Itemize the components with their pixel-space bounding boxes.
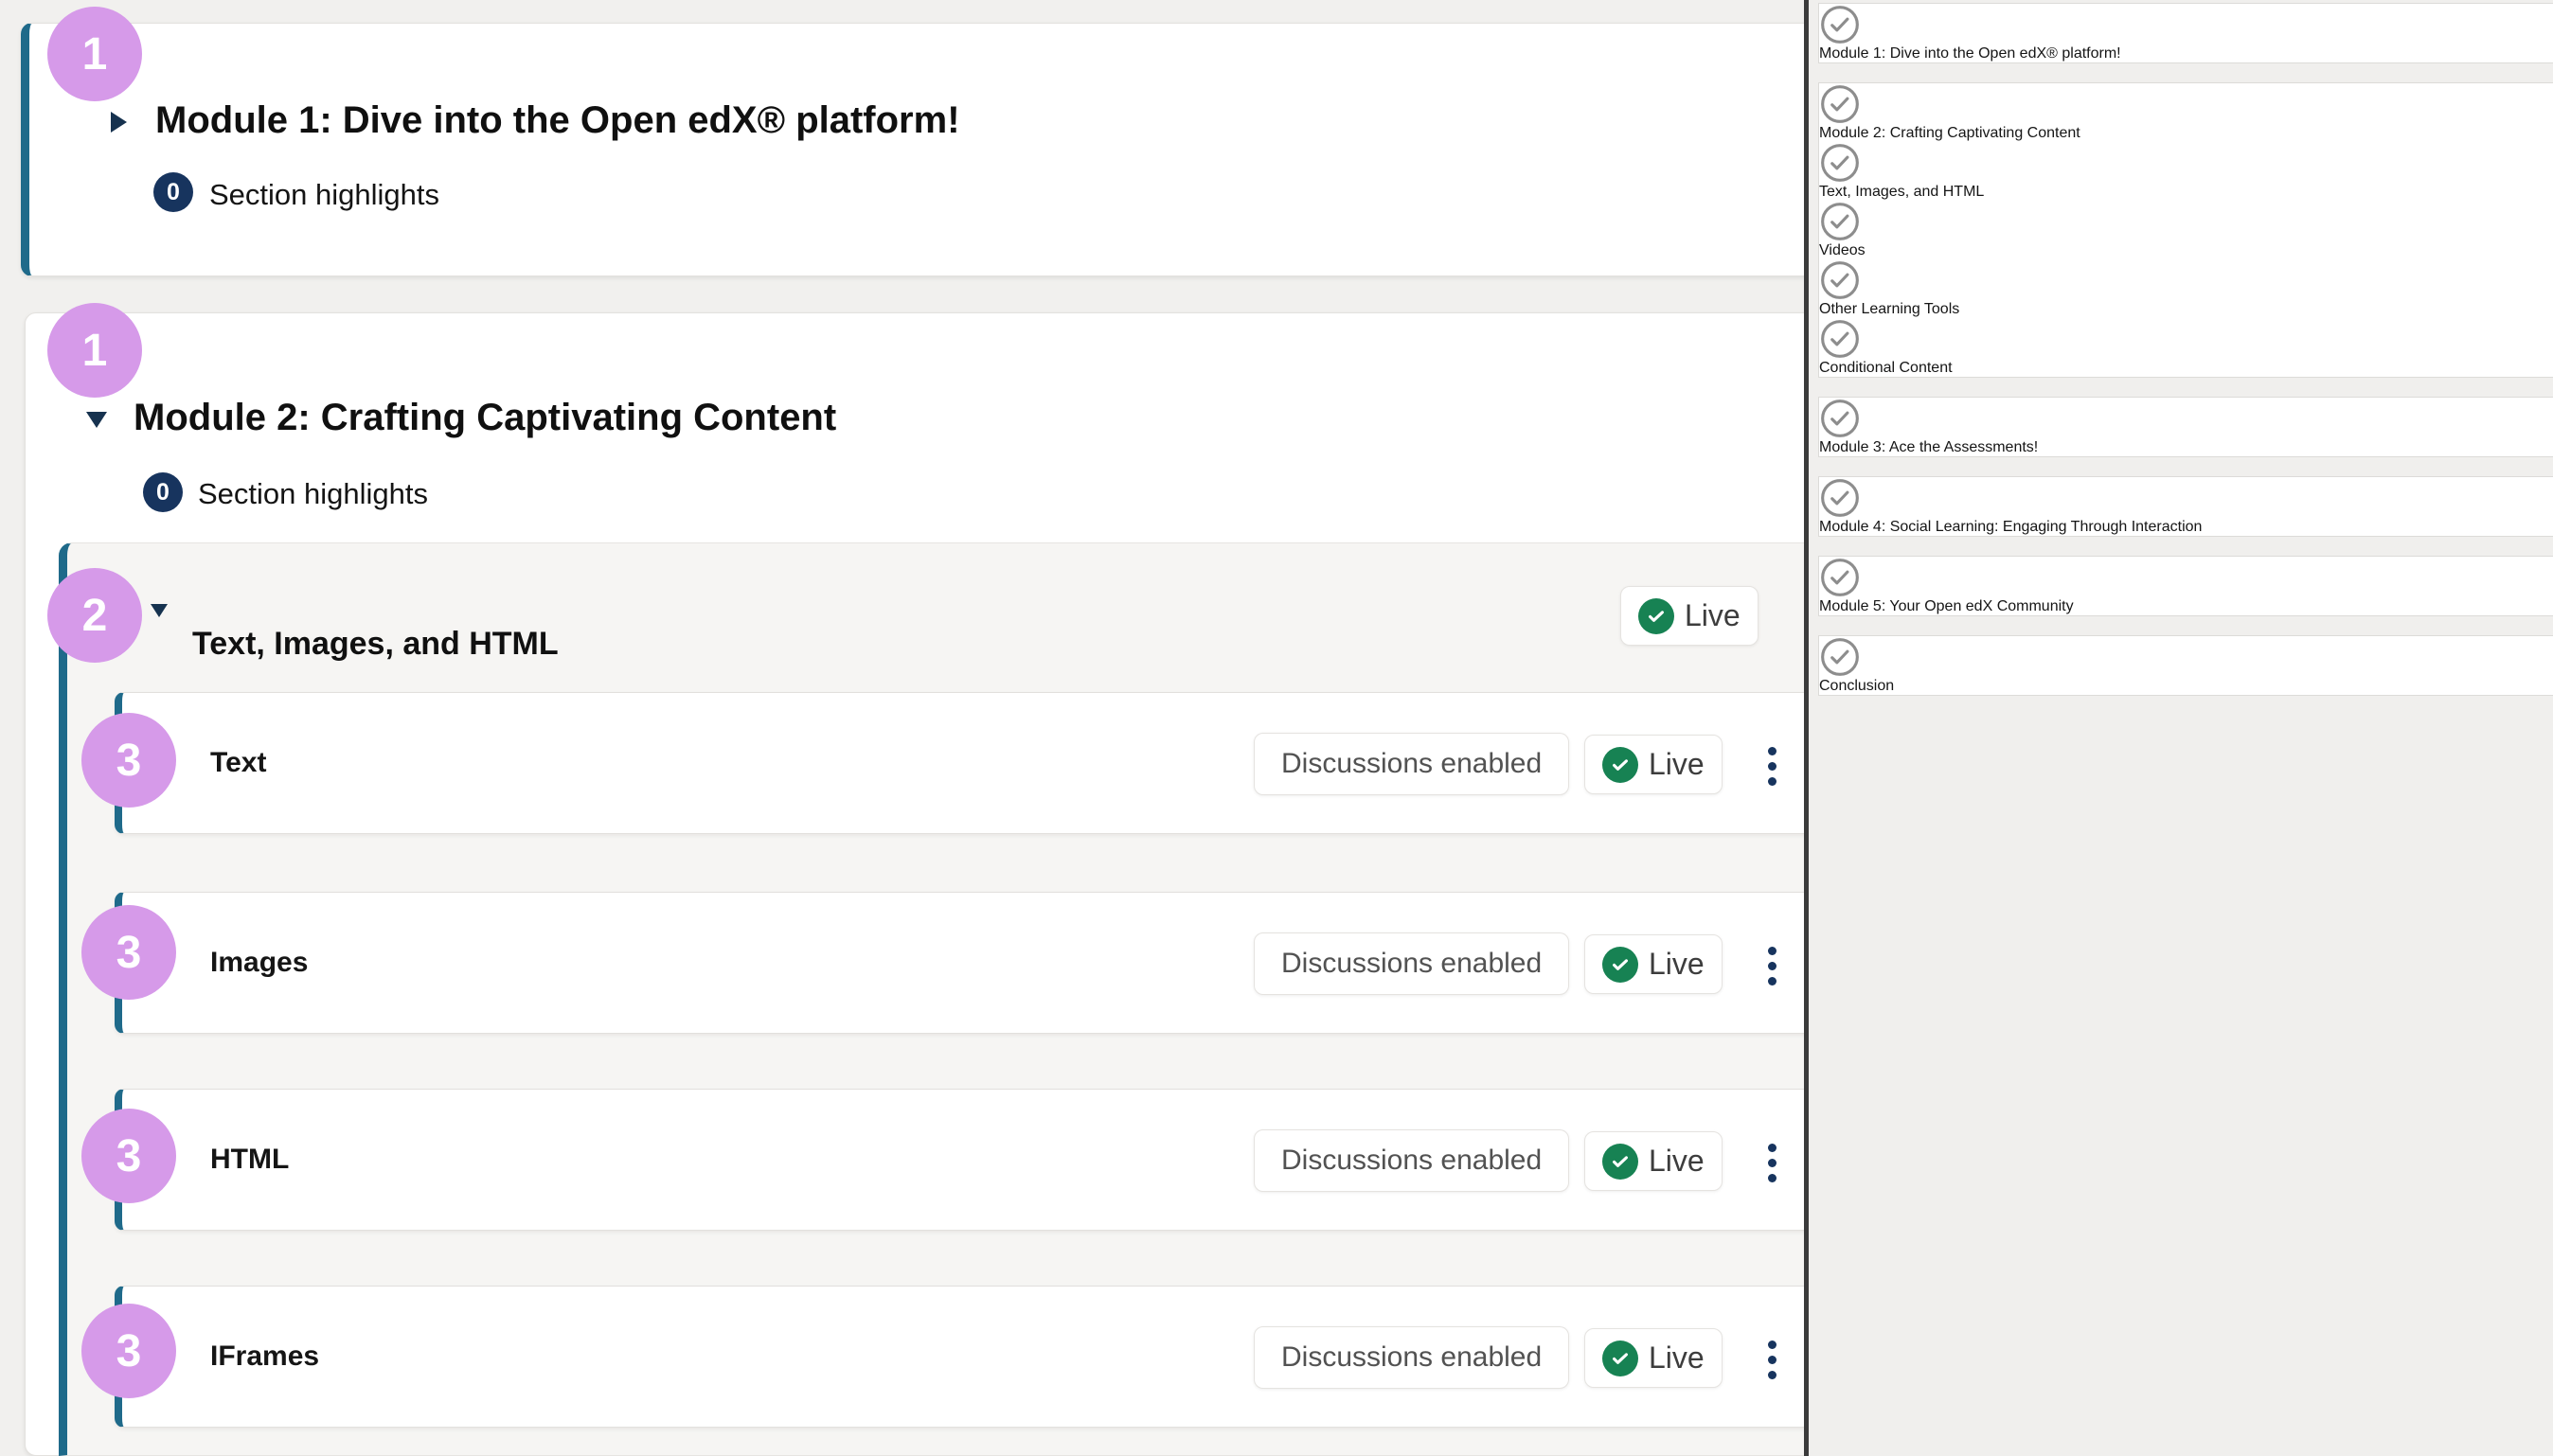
sidebar-item-label: Videos <box>1819 242 2553 259</box>
unit-status-badge: Live <box>1584 934 1723 994</box>
course-navigation-sidebar: Module 1: Dive into the Open edX® platfo… <box>1804 0 2553 1456</box>
sidebar-row-list: Module 4: Social Learning: Engaging Thro… <box>1819 477 2553 536</box>
check-circle-icon <box>1819 259 1861 301</box>
expand-section-caret-icon[interactable] <box>111 112 127 133</box>
unit-status-badge: Live <box>1584 735 1723 794</box>
check-circle-filled-icon <box>1602 947 1638 983</box>
sidebar-card: Module 1: Dive into the Open edX® platfo… <box>1818 3 2553 63</box>
check-circle-filled-icon <box>1638 598 1674 634</box>
sidebar-item-label: Text, Images, and HTML <box>1819 184 2553 201</box>
som-badge-4: 3 <box>81 713 176 808</box>
kebab-menu-icon[interactable] <box>1768 947 1776 985</box>
discussions-enabled-badge: Discussions enabled <box>1254 932 1569 995</box>
sidebar-card: Module 4: Social Learning: Engaging Thro… <box>1818 476 2553 537</box>
kebab-menu-icon[interactable] <box>1768 1144 1776 1182</box>
sidebar-nav-row[interactable]: Conclusion <box>1819 636 2553 695</box>
course-outline-page: Module 1: Dive into the Open edX® platfo… <box>0 0 2553 1456</box>
som-badge-2: 1 <box>47 303 142 398</box>
sidebar-row-list: Module 1: Dive into the Open edX® platfo… <box>1819 4 2553 62</box>
check-circle-icon <box>1819 477 1861 519</box>
sidebar-card: Conclusion <box>1818 635 2553 696</box>
kebab-menu-icon[interactable] <box>1768 747 1776 786</box>
sidebar-nav-row[interactable]: Videos <box>1819 201 2553 259</box>
som-badge-6: 3 <box>81 1109 176 1203</box>
discussions-enabled-badge: Discussions enabled <box>1254 1129 1569 1192</box>
sidebar-nav-row[interactable]: Text, Images, and HTML <box>1819 142 2553 201</box>
check-circle-icon <box>1819 4 1861 45</box>
sidebar-card: Module 2: Crafting Captivating Content T… <box>1818 82 2553 378</box>
som-badge-1: 1 <box>47 7 142 101</box>
sidebar-item-label: Module 5: Your Open edX Community <box>1819 598 2553 615</box>
sidebar-row-list: Module 2: Crafting Captivating Content T… <box>1819 83 2553 377</box>
check-circle-icon <box>1819 142 1861 184</box>
status-label: Live <box>1649 947 1705 982</box>
subsection-status-badge: Live <box>1620 586 1759 646</box>
unit-card[interactable]: HTML Discussions enabled Live <box>115 1089 1809 1231</box>
highlights-label[interactable]: Section highlights <box>198 477 428 511</box>
sidebar-item-label: Module 2: Crafting Captivating Content <box>1819 125 2553 142</box>
unit-status-badge: Live <box>1584 1328 1723 1388</box>
unit-card[interactable]: IFrames Discussions enabled Live <box>115 1286 1809 1428</box>
sidebar-nav-row[interactable]: Module 3: Ace the Assessments! <box>1819 398 2553 456</box>
unit-title: Images <box>210 947 308 979</box>
check-circle-icon <box>1819 201 1861 242</box>
sidebar-item-label: Module 3: Ace the Assessments! <box>1819 439 2553 456</box>
check-circle-icon <box>1819 318 1861 360</box>
sidebar-nav-row[interactable]: Module 1: Dive into the Open edX® platfo… <box>1819 4 2553 62</box>
sidebar-nav-row[interactable]: Module 2: Crafting Captivating Content <box>1819 83 2553 142</box>
kebab-menu-icon[interactable] <box>1768 1341 1776 1379</box>
sidebar-item-label: Module 4: Social Learning: Engaging Thro… <box>1819 519 2553 536</box>
sidebar-nav-row[interactable]: Other Learning Tools <box>1819 259 2553 318</box>
sidebar-item-label: Other Learning Tools <box>1819 301 2553 318</box>
sidebar-nav-row[interactable]: Conditional Content <box>1819 318 2553 377</box>
som-badge-5: 3 <box>81 905 176 1000</box>
sidebar-row-list: Module 5: Your Open edX Community <box>1819 557 2553 615</box>
sidebar-item-label: Conditional Content <box>1819 360 2553 377</box>
status-label: Live <box>1685 598 1741 633</box>
sidebar-card: Module 3: Ace the Assessments! <box>1818 397 2553 457</box>
section-card-module-1: Module 1: Dive into the Open edX® platfo… <box>21 23 1809 276</box>
section-title: Module 2: Crafting Captivating Content <box>134 397 836 439</box>
unit-card[interactable]: Text Discussions enabled Live <box>115 692 1809 834</box>
subsection-title: Text, Images, and HTML <box>192 626 559 663</box>
section-title: Module 1: Dive into the Open edX® platfo… <box>155 99 960 142</box>
sidebar-nav-row[interactable]: Module 4: Social Learning: Engaging Thro… <box>1819 477 2553 536</box>
collapse-section-caret-icon[interactable] <box>86 412 107 428</box>
status-label: Live <box>1649 747 1705 782</box>
check-circle-icon <box>1819 398 1861 439</box>
som-badge-7: 3 <box>81 1304 176 1398</box>
check-circle-filled-icon <box>1602 747 1638 783</box>
subsection-panel: Text, Images, and HTML Live Text Discuss… <box>59 542 1809 1456</box>
highlights-count-badge: 0 <box>153 172 193 212</box>
unit-status-badge: Live <box>1584 1131 1723 1191</box>
status-label: Live <box>1649 1341 1705 1376</box>
unit-title: IFrames <box>210 1341 319 1373</box>
sidebar-row-list: Module 3: Ace the Assessments! <box>1819 398 2553 456</box>
sidebar-card: Module 5: Your Open edX Community <box>1818 556 2553 616</box>
sidebar-item-label: Conclusion <box>1819 678 2553 695</box>
check-circle-icon <box>1819 636 1861 678</box>
discussions-enabled-badge: Discussions enabled <box>1254 1326 1569 1389</box>
som-badge-3: 2 <box>47 568 142 663</box>
sidebar-row-list: Conclusion <box>1819 636 2553 695</box>
highlights-label[interactable]: Section highlights <box>209 178 439 212</box>
check-circle-filled-icon <box>1602 1144 1638 1180</box>
course-outline-main: Module 1: Dive into the Open edX® platfo… <box>0 0 1809 1456</box>
status-label: Live <box>1649 1144 1705 1179</box>
sidebar-card-list: Module 1: Dive into the Open edX® platfo… <box>1809 3 2553 696</box>
check-circle-filled-icon <box>1602 1341 1638 1376</box>
check-circle-icon <box>1819 557 1861 598</box>
sidebar-nav-row[interactable]: Module 5: Your Open edX Community <box>1819 557 2553 615</box>
highlights-count-badge: 0 <box>143 472 183 512</box>
check-circle-icon <box>1819 83 1861 125</box>
unit-card[interactable]: Images Discussions enabled Live <box>115 892 1809 1034</box>
unit-title: HTML <box>210 1144 289 1176</box>
unit-title: Text <box>210 747 266 779</box>
collapse-subsection-caret-icon[interactable] <box>151 604 168 617</box>
discussions-enabled-badge: Discussions enabled <box>1254 733 1569 795</box>
sidebar-item-label: Module 1: Dive into the Open edX® platfo… <box>1819 45 2553 62</box>
